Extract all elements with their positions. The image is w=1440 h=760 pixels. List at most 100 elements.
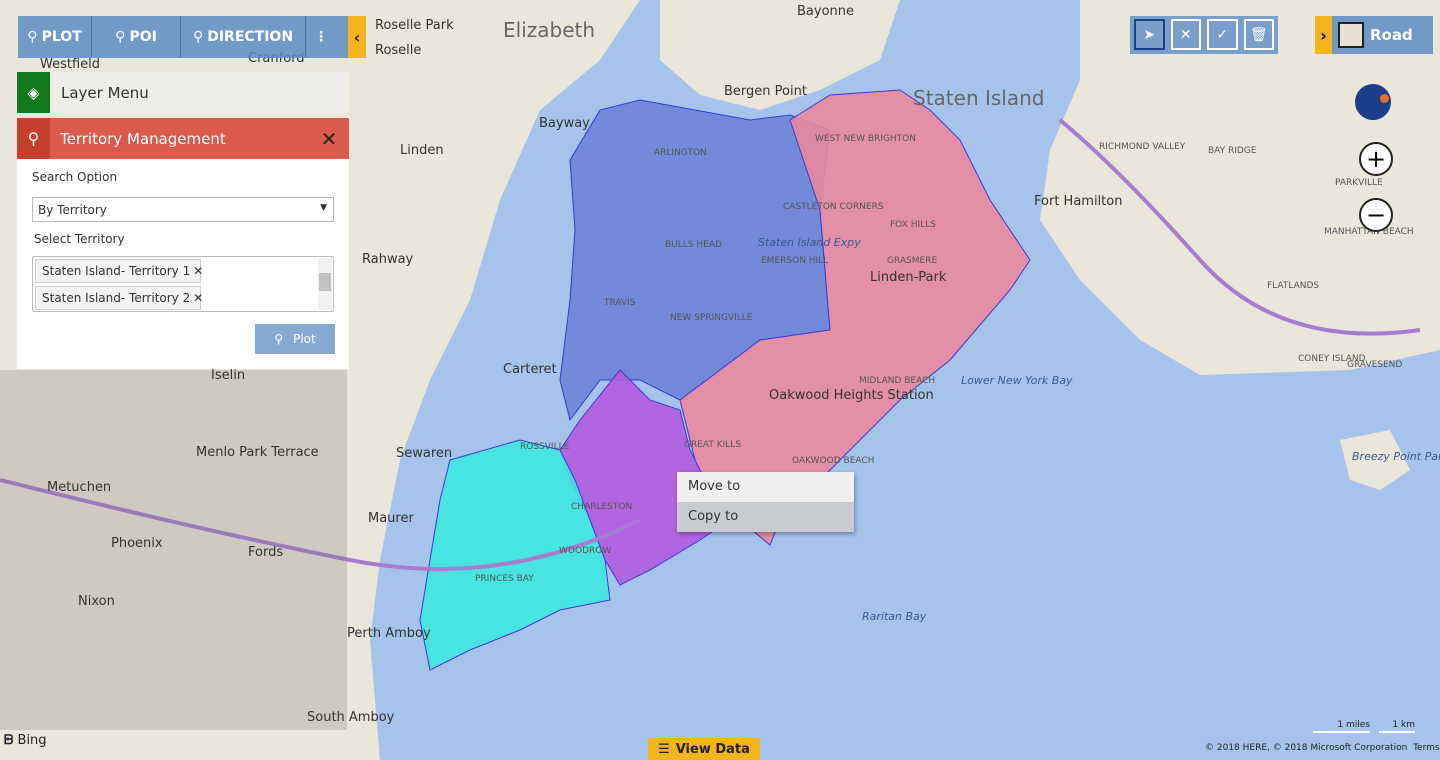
scale-km: 1 km <box>1379 720 1415 733</box>
map-label: Perth Amboy <box>347 626 431 641</box>
map-label: Bayway <box>539 116 590 131</box>
map-label: Metuchen <box>47 480 112 495</box>
map-label: Oakwood Beach <box>792 456 875 466</box>
map-label: Phoenix <box>111 536 163 551</box>
map-label: Coney Island <box>1298 354 1366 364</box>
map-label: Castleton Corners <box>783 202 884 212</box>
map-label: Carteret <box>503 362 557 377</box>
pin-icon: ⚲ <box>17 118 50 159</box>
search-option-select[interactable]: By Territory ▼ <box>32 197 334 222</box>
terms-link[interactable]: Terms <box>1413 743 1440 753</box>
map-label: Travis <box>604 298 636 308</box>
more-icon: ⋮ <box>314 29 328 45</box>
map-label: Oakwood Heights Station <box>769 388 934 403</box>
territory-multiselect[interactable]: Staten Island- Territory 1 ✕ Staten Islan… <box>32 256 334 312</box>
map-label: New Springville <box>670 313 753 323</box>
map-label: Maurer <box>368 511 414 526</box>
plot-territory-button[interactable]: ⚲ Plot <box>255 324 335 354</box>
map-label: Charleston <box>571 502 633 512</box>
map-label: Staten Island <box>913 86 1045 110</box>
map-type-label: Road <box>1370 26 1413 44</box>
panel-title: Territory Management <box>60 129 226 148</box>
select-territory-label: Select Territory <box>34 232 125 246</box>
locate-me-icon[interactable] <box>1355 84 1391 120</box>
map-label: Fox Hills <box>890 220 936 230</box>
map-label: Arlington <box>654 148 707 158</box>
map-label: Richmond Valley <box>1099 142 1186 152</box>
territory-tag: Staten Island- Territory 2 ✕ <box>35 286 203 310</box>
map-dim-overlay <box>0 370 347 730</box>
map-label: Breezy Point Park <box>1352 450 1440 463</box>
map-label: Midland Beach <box>859 376 936 386</box>
map-selection-tools: ➤ ✕ ✓ 🗑 <box>1130 16 1278 54</box>
clear-selection-icon[interactable]: ✕ <box>1170 19 1201 50</box>
map-label: West New Brighton <box>815 134 916 144</box>
direction-button[interactable]: ⚲ DIRECTION <box>181 16 306 58</box>
map-label: Great Kills <box>684 440 742 450</box>
zoom-out-button[interactable]: − <box>1359 198 1393 232</box>
more-button[interactable]: ⋮ <box>306 16 336 58</box>
map-label: Menlo Park Terrace <box>196 445 319 460</box>
remove-tag-icon[interactable]: ✕ <box>193 291 203 305</box>
territory-tag: Staten Island- Territory 1 ✕ <box>35 259 203 283</box>
map-label: Bayonne <box>797 4 855 19</box>
poi-button[interactable]: ⚲ POI <box>92 16 181 58</box>
context-menu: Move to Copy to <box>677 472 854 532</box>
bing-logo: ᗸ Bing <box>4 733 47 748</box>
map-label: Bay Ridge <box>1208 146 1257 156</box>
map-label: Nixon <box>78 594 115 609</box>
copyright: © 2018 HERE, © 2018 Microsoft Corporatio… <box>1205 743 1440 753</box>
map-label: Fort Hamilton <box>1034 194 1123 209</box>
collapse-toolbar-button[interactable]: ‹ <box>348 16 366 58</box>
map-label: South Amboy <box>307 710 395 725</box>
map-type-switcher[interactable]: › Road <box>1315 16 1433 54</box>
main-toolbar: ⚲ PLOT ⚲ POI ⚲ DIRECTION ⋮ <box>18 16 348 58</box>
plot-button[interactable]: ⚲ PLOT <box>18 16 92 58</box>
map-label: Raritan Bay <box>862 610 927 623</box>
caret-down-icon: ▼ <box>320 203 327 213</box>
map-label: Rahway <box>362 252 414 267</box>
map-label: Roselle Park <box>375 18 454 33</box>
map-label: Princes Bay <box>475 574 534 584</box>
territory-management-panel: ⚲ Territory Management ✕ Search Option B… <box>17 118 349 369</box>
select-pointer-icon[interactable]: ➤ <box>1134 19 1165 50</box>
map-label: Flatlands <box>1267 281 1320 291</box>
layer-menu[interactable]: ◈ Layer Menu <box>17 72 349 113</box>
map-label: Sewaren <box>396 446 453 461</box>
road-map-icon <box>1338 22 1364 48</box>
remove-tag-icon[interactable]: ✕ <box>193 264 203 278</box>
layers-icon: ◈ <box>17 72 50 113</box>
map-label: Rossville <box>520 442 570 452</box>
map-label: Parkville <box>1335 178 1383 188</box>
scrollbar[interactable] <box>318 258 332 310</box>
map-label: Linden <box>400 143 444 158</box>
close-icon[interactable]: ✕ <box>309 127 349 151</box>
map-label: Lower New York Bay <box>961 374 1073 387</box>
chevron-right-icon[interactable]: › <box>1315 16 1332 54</box>
map-label: Iselin <box>211 368 246 383</box>
view-data-button[interactable]: ☰ View Data <box>648 738 760 760</box>
layer-menu-label: Layer Menu <box>61 83 149 102</box>
table-icon: ☰ <box>658 741 670 757</box>
zoom-in-button[interactable]: + <box>1359 142 1393 176</box>
pin-icon: ⚲ <box>27 29 38 45</box>
map-label: Grasmere <box>887 256 938 266</box>
panel-header: ⚲ Territory Management ✕ <box>17 118 349 159</box>
map-label: Bulls Head <box>665 240 722 250</box>
trash-icon[interactable]: 🗑 <box>1243 19 1274 50</box>
scrollbar-thumb[interactable] <box>319 273 331 291</box>
search-option-label: Search Option <box>32 170 118 184</box>
map-label: Fords <box>248 545 284 560</box>
map-label: Emerson Hill <box>761 256 829 266</box>
pin-icon: ⚲ <box>274 332 284 346</box>
poi-icon: ⚲ <box>115 29 126 45</box>
context-menu-move-to[interactable]: Move to <box>677 472 854 502</box>
direction-icon: ⚲ <box>192 29 204 45</box>
map-label: Roselle <box>375 43 422 58</box>
map-label: Westfield <box>40 57 101 72</box>
map-label: Woodrow <box>559 546 612 556</box>
map-label: Elizabeth <box>503 18 596 42</box>
confirm-selection-icon[interactable]: ✓ <box>1207 19 1238 50</box>
chevron-left-icon: ‹ <box>353 27 361 47</box>
context-menu-copy-to[interactable]: Copy to <box>677 502 854 532</box>
